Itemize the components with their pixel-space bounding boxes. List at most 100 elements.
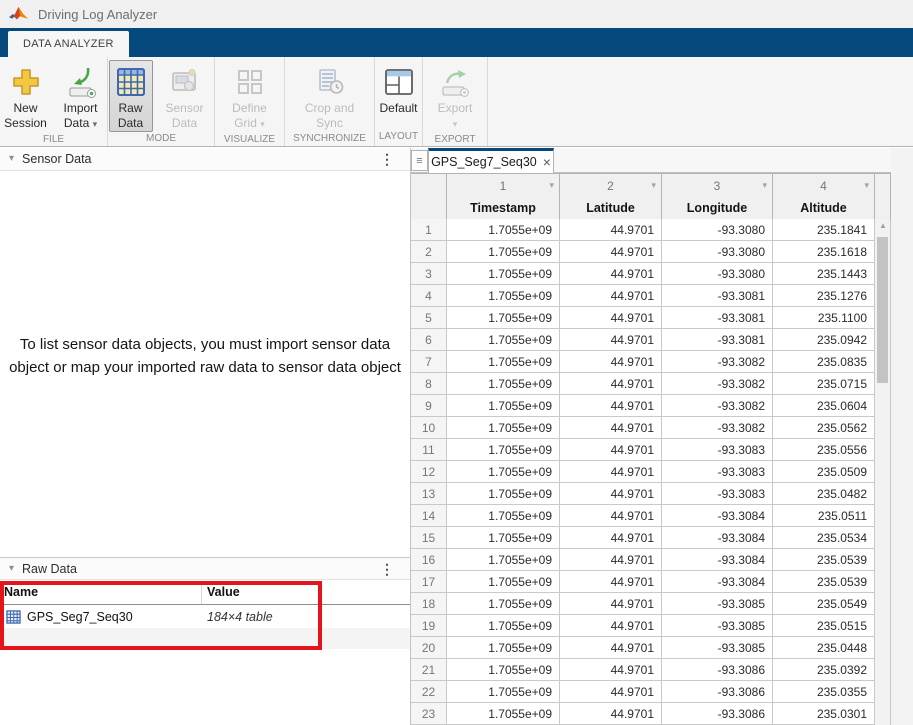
grid-column-index-3[interactable]: 3▾ xyxy=(662,174,773,197)
row-number[interactable]: 1 xyxy=(411,219,447,241)
panel-menu-icon[interactable]: ⋮ xyxy=(380,151,394,168)
table-cell[interactable]: 1.7055e+09 xyxy=(447,241,560,263)
table-cell[interactable]: 44.9701 xyxy=(560,241,662,263)
table-cell[interactable]: 44.9701 xyxy=(560,439,662,461)
table-cell[interactable]: 235.0835 xyxy=(773,351,875,373)
table-cell[interactable]: -93.3085 xyxy=(662,615,773,637)
grid-column-index-2[interactable]: 2▾ xyxy=(560,174,662,197)
table-cell[interactable]: 235.0549 xyxy=(773,593,875,615)
table-cell[interactable]: 1.7055e+09 xyxy=(447,505,560,527)
sensor-data-button[interactable]: SensorData xyxy=(156,60,214,132)
row-number[interactable]: 14 xyxy=(411,505,447,527)
row-number[interactable]: 6 xyxy=(411,329,447,351)
table-cell[interactable]: 44.9701 xyxy=(560,373,662,395)
table-cell[interactable]: 44.9701 xyxy=(560,417,662,439)
table-cell[interactable]: 1.7055e+09 xyxy=(447,307,560,329)
table-cell[interactable]: 235.1618 xyxy=(773,241,875,263)
table-cell[interactable]: -93.3083 xyxy=(662,483,773,505)
table-cell[interactable]: 235.0942 xyxy=(773,329,875,351)
table-cell[interactable]: 44.9701 xyxy=(560,329,662,351)
row-number[interactable]: 22 xyxy=(411,681,447,703)
table-cell[interactable]: 1.7055e+09 xyxy=(447,329,560,351)
grid-column-name-timestamp[interactable]: Timestamp xyxy=(447,197,560,220)
table-cell[interactable]: 44.9701 xyxy=(560,703,662,725)
table-cell[interactable]: 1.7055e+09 xyxy=(447,373,560,395)
close-icon[interactable]: × xyxy=(543,156,551,168)
table-cell[interactable]: -93.3081 xyxy=(662,307,773,329)
table-cell[interactable]: 235.0482 xyxy=(773,483,875,505)
row-number[interactable]: 2 xyxy=(411,241,447,263)
export-button[interactable]: Export▾ xyxy=(428,60,482,133)
table-cell[interactable]: 1.7055e+09 xyxy=(447,483,560,505)
raw-data-row[interactable]: GPS_Seg7_Seq30184×4 table xyxy=(0,605,410,628)
table-cell[interactable]: 235.0509 xyxy=(773,461,875,483)
row-number[interactable]: 16 xyxy=(411,549,447,571)
grid-column-index-1[interactable]: 1▾ xyxy=(447,174,560,197)
table-cell[interactable]: 235.0392 xyxy=(773,659,875,681)
table-cell[interactable]: 44.9701 xyxy=(560,659,662,681)
column-dropdown-icon[interactable]: ▾ xyxy=(762,180,767,191)
row-number[interactable]: 18 xyxy=(411,593,447,615)
table-cell[interactable]: 1.7055e+09 xyxy=(447,263,560,285)
table-cell[interactable]: 1.7055e+09 xyxy=(447,615,560,637)
table-cell[interactable]: -93.3081 xyxy=(662,329,773,351)
table-cell[interactable]: -93.3084 xyxy=(662,505,773,527)
table-cell[interactable]: -93.3083 xyxy=(662,461,773,483)
table-cell[interactable]: 44.9701 xyxy=(560,681,662,703)
table-cell[interactable]: 1.7055e+09 xyxy=(447,527,560,549)
table-cell[interactable]: 44.9701 xyxy=(560,285,662,307)
default-layout-button[interactable]: Default xyxy=(376,60,422,117)
table-cell[interactable]: 235.0301 xyxy=(773,703,875,725)
row-number[interactable]: 21 xyxy=(411,659,447,681)
table-cell[interactable]: 235.0539 xyxy=(773,549,875,571)
column-dropdown-icon[interactable]: ▾ xyxy=(651,180,656,191)
table-cell[interactable]: 1.7055e+09 xyxy=(447,681,560,703)
table-cell[interactable]: 1.7055e+09 xyxy=(447,439,560,461)
table-cell[interactable]: 1.7055e+09 xyxy=(447,659,560,681)
row-number[interactable]: 4 xyxy=(411,285,447,307)
table-cell[interactable]: 44.9701 xyxy=(560,461,662,483)
vertical-scrollbar[interactable]: ▲ xyxy=(875,219,891,725)
panel-menu-icon[interactable]: ⋮ xyxy=(380,561,394,578)
table-cell[interactable]: 44.9701 xyxy=(560,615,662,637)
column-dropdown-icon[interactable]: ▾ xyxy=(549,180,554,191)
table-cell[interactable]: 1.7055e+09 xyxy=(447,219,560,241)
collapse-arrow-icon[interactable]: ▾ xyxy=(9,564,14,574)
table-cell[interactable]: 1.7055e+09 xyxy=(447,395,560,417)
tab-data-analyzer[interactable]: DATA ANALYZER xyxy=(8,31,129,57)
row-number[interactable]: 9 xyxy=(411,395,447,417)
table-cell[interactable]: 44.9701 xyxy=(560,263,662,285)
table-cell[interactable]: 235.1443 xyxy=(773,263,875,285)
table-cell[interactable]: 44.9701 xyxy=(560,505,662,527)
grid-column-name-altitude[interactable]: Altitude xyxy=(773,197,875,220)
table-cell[interactable]: 44.9701 xyxy=(560,527,662,549)
document-tab-gps-seg7-seq30[interactable]: GPS_Seg7_Seq30 × xyxy=(428,148,554,173)
table-cell[interactable]: 1.7055e+09 xyxy=(447,593,560,615)
table-cell[interactable]: 44.9701 xyxy=(560,307,662,329)
row-number[interactable]: 10 xyxy=(411,417,447,439)
table-cell[interactable]: 44.9701 xyxy=(560,219,662,241)
import-data-button[interactable]: ImportData ▾ xyxy=(54,60,107,133)
table-cell[interactable]: 1.7055e+09 xyxy=(447,417,560,439)
document-bar-menu-button[interactable]: ≡ xyxy=(411,150,428,171)
raw-column-name[interactable]: Name xyxy=(0,581,202,604)
table-cell[interactable]: -93.3086 xyxy=(662,681,773,703)
table-cell[interactable]: 1.7055e+09 xyxy=(447,637,560,659)
table-cell[interactable]: -93.3083 xyxy=(662,439,773,461)
table-cell[interactable]: 44.9701 xyxy=(560,483,662,505)
row-number[interactable]: 15 xyxy=(411,527,447,549)
table-cell[interactable]: 44.9701 xyxy=(560,637,662,659)
table-cell[interactable]: 235.0562 xyxy=(773,417,875,439)
define-grid-button[interactable]: DefineGrid ▾ xyxy=(218,60,282,133)
table-cell[interactable]: 235.0448 xyxy=(773,637,875,659)
table-cell[interactable]: -93.3084 xyxy=(662,527,773,549)
table-cell[interactable]: 235.0355 xyxy=(773,681,875,703)
table-cell[interactable]: -93.3082 xyxy=(662,373,773,395)
row-number[interactable]: 13 xyxy=(411,483,447,505)
table-cell[interactable]: 235.0511 xyxy=(773,505,875,527)
table-cell[interactable]: 44.9701 xyxy=(560,351,662,373)
row-number[interactable]: 20 xyxy=(411,637,447,659)
row-number[interactable]: 12 xyxy=(411,461,447,483)
row-number[interactable]: 11 xyxy=(411,439,447,461)
column-dropdown-icon[interactable]: ▾ xyxy=(864,180,869,191)
